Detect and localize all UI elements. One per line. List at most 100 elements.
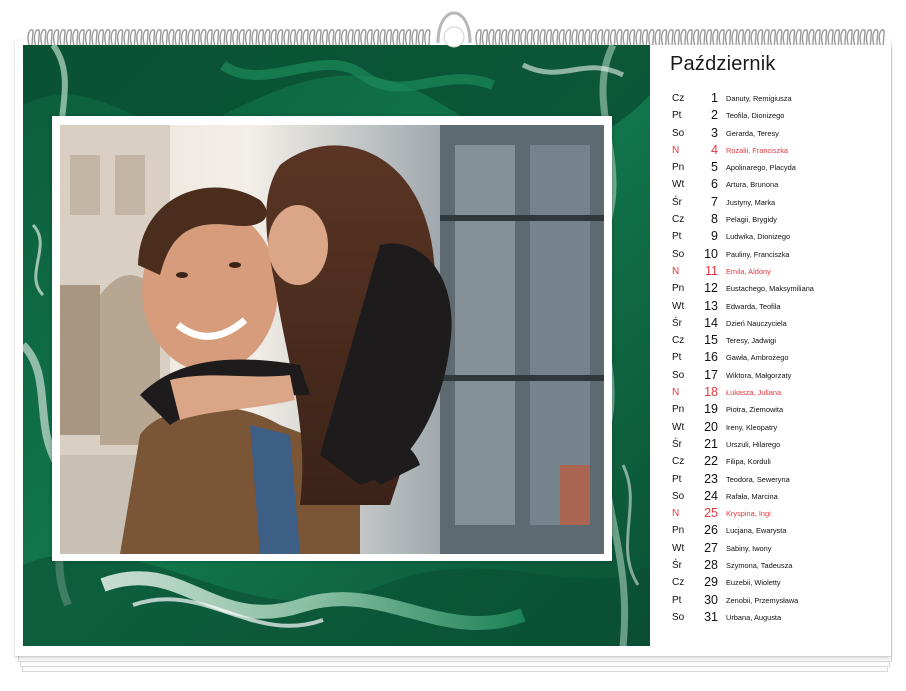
spiral-coil	[808, 29, 815, 46]
spiral-coil	[59, 29, 66, 46]
name-days: Filipa, Korduli	[726, 457, 771, 467]
name-days: Urszuli, Hilarego	[726, 439, 781, 449]
spiral-coil	[820, 29, 828, 46]
day-number: 8	[711, 212, 718, 227]
day-of-week: Pt	[672, 594, 682, 606]
spiral-coil	[622, 29, 629, 46]
spiral-coil	[417, 29, 425, 46]
spiral-coil	[795, 29, 802, 46]
spiral-coil	[340, 29, 348, 46]
day-of-week: Pn	[672, 283, 685, 295]
spiral-coil	[731, 29, 738, 46]
spiral-coil	[302, 29, 309, 46]
day-row: Pt 30 Zenobii, Przemysława	[672, 592, 887, 609]
day-number: 28	[704, 558, 718, 573]
name-days: Teodora, Seweryna	[726, 474, 790, 484]
spiral-coil	[769, 29, 777, 46]
spiral-coil	[705, 29, 713, 46]
day-number: 6	[711, 177, 718, 192]
day-number: 13	[704, 298, 718, 313]
day-of-week: N	[672, 508, 680, 520]
spiral-coil	[673, 29, 681, 46]
spiral-coil	[372, 29, 380, 46]
spiral-coil	[180, 29, 188, 46]
day-number: 30	[704, 592, 718, 607]
day-number: 10	[704, 246, 718, 261]
spiral-coil	[667, 29, 674, 46]
day-row: So 24 Rafała, Marcina	[672, 488, 887, 505]
spiral-coil	[648, 29, 655, 46]
spiral-coil	[692, 29, 700, 46]
name-days: Rafała, Marcina	[726, 491, 778, 501]
day-of-week: So	[672, 490, 685, 502]
day-of-week: Śr	[672, 560, 682, 572]
day-of-week: Pt	[672, 231, 682, 243]
day-number: 5	[711, 160, 718, 175]
spiral-coil	[78, 29, 85, 46]
spiral-coil	[564, 29, 572, 46]
spiral-coil	[392, 29, 399, 46]
spiral-coil	[628, 29, 636, 46]
day-number: 23	[704, 471, 718, 486]
spiral-coil	[539, 29, 546, 46]
name-days: Ludwika, Dionizego	[726, 232, 791, 242]
day-of-week: So	[672, 127, 685, 139]
spiral-coil	[244, 29, 252, 46]
name-days: Edwarda, Teofila	[726, 301, 781, 311]
name-days: Pauliny, Franciszka	[726, 249, 790, 259]
spiral-coil	[347, 29, 354, 46]
spiral-coil	[635, 29, 642, 46]
spiral-coil	[257, 29, 265, 46]
day-row: Cz 29 Euzebii, Wioletty	[672, 574, 887, 591]
hanger-hook	[434, 9, 474, 49]
spiral-coil	[65, 29, 73, 46]
day-number: 29	[704, 575, 718, 590]
spiral-coil	[193, 29, 201, 46]
day-number: 18	[704, 385, 718, 400]
name-days: Euzebii, Wioletty	[726, 578, 781, 588]
spiral-coil	[104, 29, 111, 46]
spiral-coil	[801, 29, 809, 46]
day-of-week: So	[672, 611, 685, 623]
day-of-week: N	[672, 387, 680, 399]
day-number: 9	[711, 229, 718, 244]
day-number: 27	[704, 540, 718, 555]
day-of-week: Cz	[672, 214, 685, 226]
spiral-coil	[782, 29, 789, 46]
spiral-coil	[756, 29, 764, 46]
day-number: 17	[704, 367, 718, 382]
day-of-week: Cz	[672, 577, 685, 589]
spiral-coil	[276, 29, 284, 46]
day-number: 20	[704, 419, 718, 434]
day-row: N 11 Emila, Aldony	[672, 263, 887, 280]
spiral-coil	[865, 29, 873, 46]
spiral-coil	[744, 29, 751, 46]
spiral-coil	[225, 29, 233, 46]
day-of-week: Pn	[672, 162, 685, 174]
spiral-coil	[84, 29, 92, 46]
spiral-coil	[315, 29, 322, 46]
spiral-coil	[590, 29, 597, 46]
couple-photo	[60, 125, 604, 554]
spiral-coil	[750, 29, 757, 46]
name-days: Eustachego, Maksymiliana	[726, 284, 814, 294]
name-days: Rozalii, Franciszka	[726, 145, 789, 155]
spiral-coil	[609, 29, 617, 46]
spiral-coil	[814, 29, 821, 46]
spiral-coil	[283, 29, 290, 46]
day-row: Wt 13 Edwarda, Teofila	[672, 298, 887, 315]
spiral-coil	[168, 29, 175, 46]
day-number: 31	[704, 609, 718, 624]
spiral-coil	[545, 29, 553, 46]
spiral-coil	[46, 29, 53, 46]
day-of-week: Śr	[672, 196, 682, 208]
days-list: Cz 1 Danuty, Remigiusza Pt 2 Teofila, Dionize…	[672, 90, 887, 626]
day-of-week: Wt	[672, 542, 685, 554]
spiral-coil	[507, 29, 514, 46]
spiral-coil	[308, 29, 316, 46]
spiral-coil	[488, 29, 495, 46]
spiral-coil	[616, 29, 623, 46]
day-number: 16	[704, 350, 718, 365]
day-row: Pt 2 Teofila, Dionizego	[672, 107, 887, 124]
spiral-coil	[379, 29, 386, 46]
